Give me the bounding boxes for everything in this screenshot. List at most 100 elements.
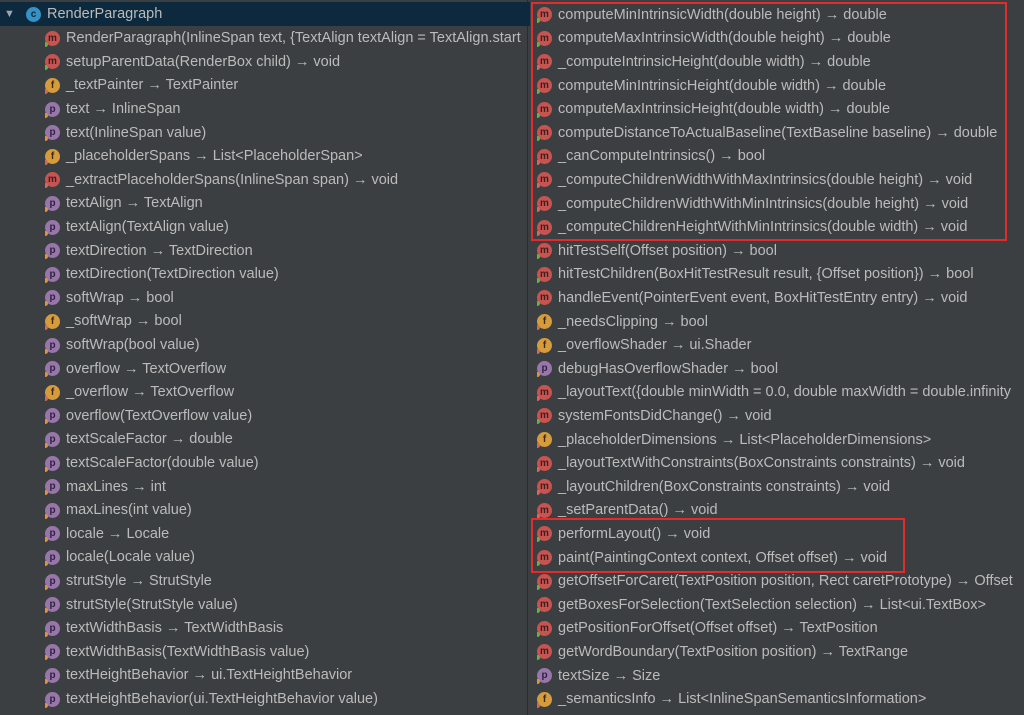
visibility-icon (45, 372, 48, 378)
structure-item-label: _softWrap → bool (66, 313, 182, 330)
structure-item[interactable]: p locale(Locale value) (45, 546, 530, 570)
structure-item[interactable]: p textAlign(TextAlign value) (45, 215, 530, 239)
method-icon: m (537, 573, 552, 590)
structure-item[interactable]: m getPositionForOffset(Offset offset) → T… (537, 617, 1024, 641)
structure-item-label: _overflowShader → ui.Shader (558, 337, 752, 354)
visibility-icon (537, 490, 540, 496)
property-icon: p (45, 361, 60, 378)
structure-item[interactable]: p textScaleFactor(double value) (45, 451, 530, 475)
visibility-icon (45, 88, 48, 94)
structure-item-label: textDirection → TextDirection (66, 242, 253, 259)
structure-item[interactable]: m _layoutChildren(BoxConstraints constrai… (537, 475, 1024, 499)
structure-item[interactable]: p textAlign → TextAlign (45, 192, 530, 216)
visibility-icon (45, 537, 48, 543)
visibility-icon (537, 395, 540, 401)
structure-item[interactable]: m getWordBoundary(TextPosition position) … (537, 640, 1024, 664)
structure-item[interactable]: m _extractPlaceholderSpans(InlineSpan spa… (45, 168, 530, 192)
visibility-icon (45, 301, 48, 307)
tree-root-row[interactable]: ▼ c RenderParagraph (0, 2, 530, 26)
field-icon: f (537, 337, 552, 354)
visibility-icon (45, 655, 48, 661)
visibility-icon (45, 230, 48, 236)
structure-item[interactable]: m handleEvent(PointerEvent event, BoxHitT… (537, 286, 1024, 310)
structure-item[interactable]: p overflow(TextOverflow value) (45, 404, 530, 428)
structure-item[interactable]: p textDirection(TextDirection value) (45, 263, 530, 287)
structure-item[interactable]: f _overflow → TextOverflow (45, 381, 530, 405)
field-icon: f (537, 432, 552, 449)
highlight-box-layout-paint (531, 518, 905, 573)
structure-item-label: overflow(TextOverflow value) (66, 407, 253, 424)
method-icon: m (537, 243, 552, 260)
structure-item[interactable]: p softWrap → bool (45, 286, 530, 310)
expand-arrow-icon[interactable]: ▼ (4, 8, 15, 20)
structure-item[interactable]: m _layoutTextWithConstraints(BoxConstrain… (537, 451, 1024, 475)
visibility-icon (45, 513, 48, 519)
property-icon: p (45, 479, 60, 496)
structure-item[interactable]: p textHeightBehavior(ui.TextHeightBehavio… (45, 687, 530, 711)
structure-item-label: getWordBoundary(TextPosition position) →… (558, 643, 909, 660)
structure-item[interactable]: m hitTestSelf(Offset position) → bool (537, 239, 1024, 263)
method-icon: m (45, 172, 60, 189)
property-icon: p (45, 455, 60, 472)
structure-item[interactable]: f _softWrap → bool (45, 310, 530, 334)
structure-item[interactable]: f _semanticsInfo → List<InlineSpanSemanti… (537, 687, 1024, 711)
visibility-icon (45, 678, 48, 684)
structure-item[interactable]: f _overflowShader → ui.Shader (537, 333, 1024, 357)
structure-item-label: locale(Locale value) (66, 549, 195, 566)
structure-item[interactable]: p text(InlineSpan value) (45, 121, 530, 145)
visibility-icon (537, 419, 540, 425)
structure-item[interactable]: f _placeholderSpans → List<PlaceholderSpa… (45, 145, 530, 169)
structure-item-label: _setParentData() → void (558, 502, 718, 519)
structure-item-label: maxLines(int value) (66, 502, 192, 519)
structure-item-label: text → InlineSpan (66, 101, 181, 118)
structure-item[interactable]: p textWidthBasis → TextWidthBasis (45, 617, 530, 641)
structure-item[interactable]: p maxLines(int value) (45, 499, 530, 523)
structure-item[interactable]: p textHeightBehavior → ui.TextHeightBehav… (45, 664, 530, 688)
structure-item[interactable]: p strutStyle(StrutStyle value) (45, 593, 530, 617)
property-icon: p (537, 361, 552, 378)
structure-item-label: textAlign → TextAlign (66, 195, 203, 212)
visibility-icon (537, 301, 540, 307)
property-icon: p (45, 620, 60, 637)
visibility-icon (45, 560, 48, 566)
structure-item[interactable]: p locale → Locale (45, 522, 530, 546)
structure-item[interactable]: m getBoxesForSelection(TextSelection sele… (537, 593, 1024, 617)
property-icon: p (45, 644, 60, 661)
structure-item[interactable]: p textDirection → TextDirection (45, 239, 530, 263)
structure-item[interactable]: p strutStyle → StrutStyle (45, 569, 530, 593)
property-icon: p (45, 219, 60, 236)
structure-item-label: textAlign(TextAlign value) (66, 219, 229, 236)
structure-item[interactable]: m hitTestChildren(BoxHitTestResult result… (537, 263, 1024, 287)
structure-item[interactable]: f _needsClipping → bool (537, 310, 1024, 334)
structure-item-label: textHeightBehavior → ui.TextHeightBehavi… (66, 667, 353, 684)
structure-item[interactable]: p maxLines → int (45, 475, 530, 499)
visibility-icon (45, 159, 48, 165)
structure-item[interactable]: m setupParentData(RenderBox child) → void (45, 50, 530, 74)
structure-item[interactable]: f _textPainter → TextPainter (45, 74, 530, 98)
property-icon: p (45, 549, 60, 566)
structure-item[interactable]: p textWidthBasis(TextWidthBasis value) (45, 640, 530, 664)
property-icon: p (45, 290, 60, 307)
method-icon: m (537, 384, 552, 401)
structure-item[interactable]: p textScaleFactor → double (45, 428, 530, 452)
structure-item[interactable]: m RenderParagraph(InlineSpan text, {TextA… (45, 27, 530, 51)
property-icon: p (45, 502, 60, 519)
structure-item-label: textDirection(TextDirection value) (66, 266, 279, 283)
method-icon: m (537, 644, 552, 661)
structure-item[interactable]: p textSize → Size (537, 664, 1024, 688)
structure-item[interactable]: p softWrap(bool value) (45, 333, 530, 357)
visibility-icon (45, 584, 48, 590)
structure-item-label: textWidthBasis(TextWidthBasis value) (66, 643, 310, 660)
structure-item[interactable]: p debugHasOverflowShader → bool (537, 357, 1024, 381)
structure-item[interactable]: f _placeholderDimensions → List<Placehold… (537, 428, 1024, 452)
class-icon: c (26, 6, 41, 22)
structure-item[interactable]: m systemFontsDidChange() → void (537, 404, 1024, 428)
structure-item[interactable]: m _layoutText({double minWidth = 0.0, dou… (537, 381, 1024, 405)
structure-item-label: hitTestSelf(Offset position) → bool (558, 242, 777, 259)
structure-item[interactable]: p overflow → TextOverflow (45, 357, 530, 381)
field-icon: f (45, 313, 60, 330)
structure-item-label: setupParentData(RenderBox child) → void (66, 53, 341, 70)
structure-item[interactable]: p text → InlineSpan (45, 97, 530, 121)
visibility-icon (45, 277, 48, 283)
visibility-icon (45, 65, 48, 71)
